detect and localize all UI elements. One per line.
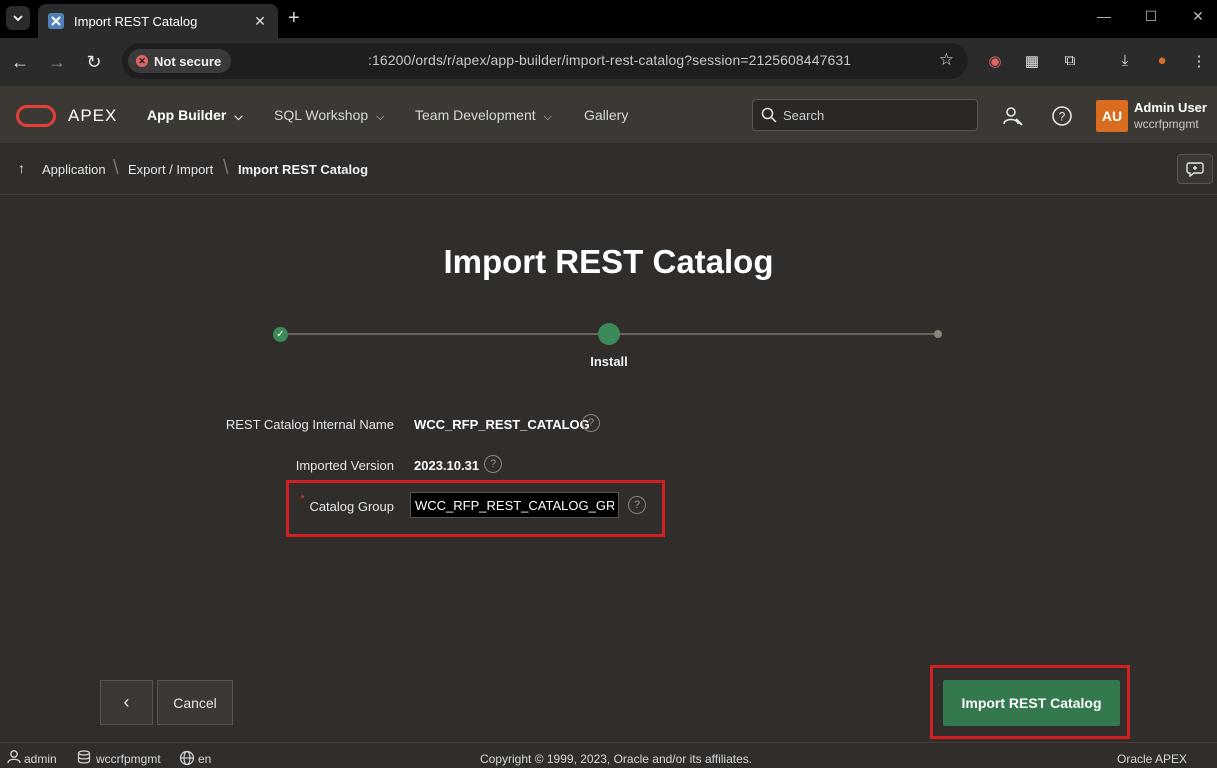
tab-search-button[interactable]	[6, 6, 30, 30]
footer-copyright: Copyright © 1999, 2023, Oracle and/or it…	[480, 752, 753, 766]
search-input[interactable]: Search	[752, 99, 978, 131]
wizard-step-label: Install	[590, 354, 628, 369]
feedback-button[interactable]	[1177, 154, 1213, 184]
footer-workspace[interactable]: wccrfpmgmt	[96, 752, 161, 766]
breadcrumb-current: Import REST Catalog	[238, 162, 369, 177]
breadcrumb-application[interactable]: Application	[42, 162, 106, 177]
wizard-step-completed: ✓	[273, 327, 288, 342]
footer: admin wccrfpmgmt en Copyright © 1999, 20…	[0, 742, 1217, 768]
footer-user[interactable]: admin	[24, 752, 57, 766]
version-label: Imported Version	[295, 458, 394, 473]
back-arrow-icon[interactable]: ←	[8, 50, 32, 74]
user-icon	[6, 750, 22, 767]
wizard-step-next	[934, 330, 942, 338]
address-toolbar: ← → ↻ ✕ Not secure :16200/ords/r/apex/ap…	[0, 38, 1217, 86]
database-icon	[77, 750, 91, 767]
breadcrumb-separator: \	[223, 157, 229, 179]
oracle-logo-icon[interactable]	[16, 105, 56, 127]
previous-button[interactable]: ‹	[100, 680, 153, 725]
menu-label: App Builder	[147, 107, 227, 123]
help-icon[interactable]: ?	[484, 455, 502, 473]
catalog-group-input[interactable]	[410, 492, 619, 518]
user-workspace: wccrfpmgmt	[1134, 117, 1199, 131]
reload-icon[interactable]: ↻	[82, 50, 106, 74]
internal-name-value: WCC_RFP_REST_CATALOG	[414, 417, 590, 432]
footer-language[interactable]: en	[198, 752, 211, 766]
globe-icon	[179, 750, 195, 768]
svg-text:?: ?	[1059, 110, 1066, 124]
new-tab-button[interactable]: +	[288, 7, 308, 30]
security-label: Not secure	[154, 53, 222, 69]
checkmark-icon: ✓	[276, 329, 285, 340]
menu-team-development[interactable]: Team Development ⌵	[415, 107, 552, 124]
menu-sql-workshop[interactable]: SQL Workshop ⌵	[274, 107, 385, 124]
page-title: Import REST Catalog	[443, 243, 774, 280]
extensions-icon[interactable]: ⧉	[1060, 52, 1080, 72]
import-rest-catalog-button[interactable]: Import REST Catalog	[943, 680, 1120, 726]
close-window-icon[interactable]: ✕	[1186, 8, 1210, 25]
version-value: 2023.10.31	[414, 458, 480, 473]
menu-label: SQL Workshop	[274, 107, 369, 123]
user-avatar[interactable]: AU	[1096, 100, 1128, 132]
apex-header: APEX App Builder ⌵ SQL Workshop ⌵ Team Dev…	[0, 86, 1217, 143]
menu-gallery[interactable]: Gallery	[584, 107, 628, 123]
qr-code-icon[interactable]: ▦	[1022, 52, 1042, 72]
chevron-down-icon: ⌵	[234, 111, 243, 123]
maximize-icon[interactable]: ☐	[1139, 8, 1163, 25]
record-icon[interactable]: ◉	[985, 52, 1005, 72]
bookmark-star-icon[interactable]: ☆	[939, 50, 954, 70]
forward-arrow-icon[interactable]: →	[45, 50, 69, 74]
browser-menu-icon[interactable]: ⋮	[1189, 52, 1209, 72]
wizard-step-current	[598, 323, 620, 345]
minimize-icon[interactable]: —	[1092, 8, 1116, 24]
feedback-icon	[1186, 162, 1204, 177]
browser-tab-bar: Import REST Catalog ✕ + — ☐ ✕	[0, 0, 1217, 38]
cancel-button[interactable]: Cancel	[157, 680, 233, 725]
security-indicator[interactable]: ✕ Not secure	[128, 49, 232, 73]
profile-avatar-icon[interactable]: ●	[1152, 52, 1172, 72]
internal-name-label: REST Catalog Internal Name	[225, 417, 394, 432]
browser-tab[interactable]: Import REST Catalog ✕	[38, 4, 278, 38]
footer-version: Oracle APEX 23.2.0	[1117, 752, 1188, 768]
chevron-down-icon: ⌵	[376, 111, 385, 123]
apex-logo-text[interactable]: APEX	[68, 106, 117, 126]
apex-favicon-icon	[48, 13, 64, 29]
catalog-group-label-text: Catalog Group	[309, 499, 394, 514]
address-bar[interactable]: ✕ Not secure :16200/ords/r/apex/app-buil…	[122, 43, 968, 79]
url-text[interactable]: :16200/ords/r/apex/app-builder/import-re…	[368, 52, 851, 68]
search-icon	[761, 107, 777, 123]
chevron-down-icon: ⌵	[543, 111, 552, 123]
administration-icon[interactable]	[1001, 104, 1025, 128]
catalog-group-label: * Catalog Group	[300, 493, 394, 514]
breadcrumb-separator: \	[113, 157, 119, 179]
up-arrow-icon[interactable]: ↑	[18, 160, 25, 176]
help-icon[interactable]: ?	[1050, 104, 1074, 128]
breadcrumb-export-import[interactable]: Export / Import	[128, 162, 213, 177]
menu-app-builder[interactable]: App Builder ⌵	[147, 107, 243, 124]
download-icon[interactable]: ⤓	[1115, 52, 1135, 72]
close-tab-icon[interactable]: ✕	[252, 13, 268, 30]
user-name[interactable]: Admin User	[1134, 100, 1207, 115]
search-placeholder: Search	[783, 107, 825, 123]
help-icon[interactable]: ?	[582, 414, 600, 432]
chevron-down-icon	[13, 15, 23, 22]
required-marker: *	[300, 493, 305, 505]
warning-icon: ✕	[136, 55, 148, 67]
breadcrumb: ↑ Application \ Export / Import \ Import…	[0, 143, 1217, 195]
menu-label: Team Development	[415, 107, 536, 123]
tab-title: Import REST Catalog	[74, 13, 198, 29]
help-icon[interactable]: ?	[628, 496, 646, 514]
